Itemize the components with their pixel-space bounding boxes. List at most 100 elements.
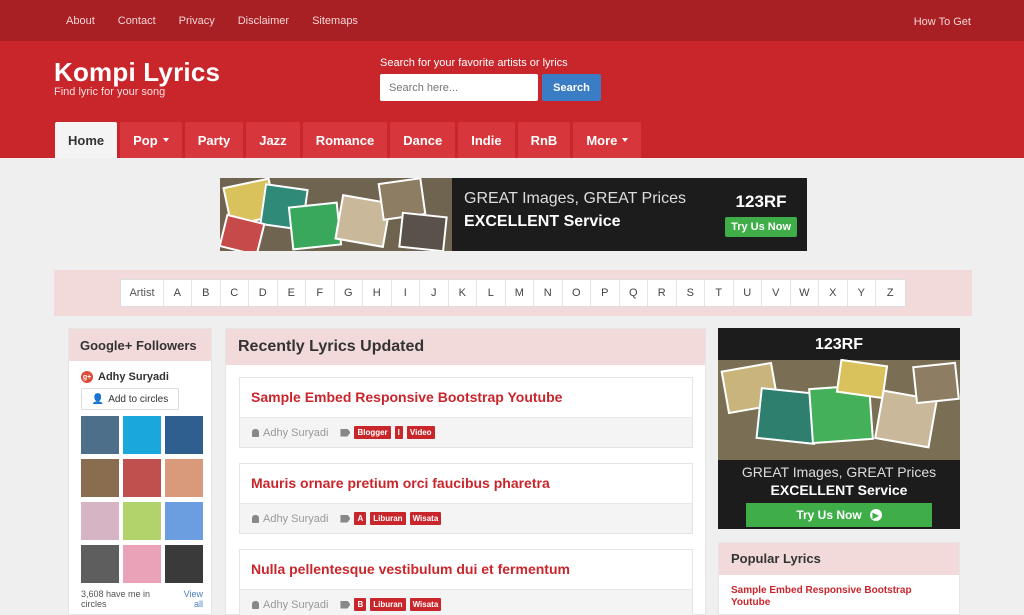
tab-indie[interactable]: Indie [458,122,515,158]
popular-lyrics-item[interactable]: Sample Embed Responsive Bootstrap Youtub… [719,575,959,609]
alphabet-letter-f[interactable]: F [306,280,335,306]
post-author[interactable]: Adhy Suryadi [263,513,328,525]
sidebar-ad[interactable]: 123RF GREAT Images, GREAT Prices EXCELLE… [718,328,960,529]
post-tag[interactable]: Wisata [409,512,442,525]
follower-avatar[interactable] [165,416,203,454]
post-author[interactable]: Adhy Suryadi [263,427,328,439]
alphabet-letter-w[interactable]: W [791,280,820,306]
alphabet-letter-z[interactable]: Z [876,280,905,306]
tab-romance[interactable]: Romance [302,122,388,158]
follower-avatar[interactable] [81,545,119,583]
gplus-user[interactable]: g+ Adhy Suryadi [69,361,211,383]
follower-avatar[interactable] [123,545,161,583]
add-to-circles-button[interactable]: 👤 Add to circles [81,388,179,410]
post-tag[interactable]: Wisata [409,598,442,611]
post-tag[interactable]: I [394,426,403,439]
tab-pop[interactable]: Pop [120,122,182,158]
follower-avatar[interactable] [165,502,203,540]
alphabet-letter-m[interactable]: M [506,280,535,306]
alphabet-letter-b[interactable]: B [192,280,221,306]
follower-avatar[interactable] [81,416,119,454]
search-button[interactable]: Search [542,74,601,101]
follower-avatar[interactable] [123,459,161,497]
alphabet-letter-l[interactable]: L [477,280,506,306]
alphabet-letter-r[interactable]: R [648,280,677,306]
tab-dance[interactable]: Dance [390,122,456,158]
banner-cta-button[interactable]: Try Us Now [725,217,797,237]
alphabet-letter-i[interactable]: I [392,280,421,306]
recent-lyrics-title: Recently Lyrics Updated [226,329,705,365]
alphabet-letter-c[interactable]: C [221,280,250,306]
alphabet-letter-d[interactable]: D [249,280,278,306]
site-header: Kompi Lyrics Find lyric for your song Se… [0,41,1024,158]
alphabet-letter-v[interactable]: V [762,280,791,306]
alphabet-letter-j[interactable]: J [420,280,449,306]
follower-avatar[interactable] [165,545,203,583]
follower-avatar[interactable] [81,459,119,497]
alphabet-letter-p[interactable]: P [591,280,620,306]
alphabet-letter-e[interactable]: E [278,280,307,306]
add-to-circles-label: Add to circles [108,393,169,405]
top-link-how-to-get[interactable]: How To Get [914,16,971,28]
search-label: Search for your favorite artists or lyri… [380,57,568,69]
post-tag[interactable]: Liburan [370,512,406,525]
top-link-disclaimer[interactable]: Disclaimer [238,15,289,27]
brand: Kompi Lyrics Find lyric for your song [54,57,220,98]
banner-ad[interactable]: GREAT Images, GREAT Prices EXCELLENT Ser… [220,178,807,251]
post-title[interactable]: Nulla pellentesque vestibulum dui et fer… [240,550,692,590]
follower-avatar[interactable] [81,502,119,540]
alphabet-letter-g[interactable]: G [335,280,364,306]
alphabet-letter-h[interactable]: H [363,280,392,306]
top-link-about[interactable]: About [66,15,95,27]
user-icon [252,600,259,609]
alphabet-letter-o[interactable]: O [563,280,592,306]
alphabet-letter-q[interactable]: Q [620,280,649,306]
post-tag[interactable]: Video [406,426,435,439]
google-plus-followers-widget: Google+ Followers g+ Adhy Suryadi 👤 Add … [68,328,212,615]
user-icon [252,514,259,523]
sidebar-ad-cta-button[interactable]: Try Us Now ▶ [746,503,932,527]
follower-avatar[interactable] [165,459,203,497]
site-title[interactable]: Kompi Lyrics [54,57,220,88]
post-tag[interactable]: Liburan [370,598,406,611]
search-input[interactable] [380,74,538,101]
gplus-footer: 3,608 have me in circles View all [69,583,211,609]
banner-photo-collage [220,178,452,251]
post-title[interactable]: Sample Embed Responsive Bootstrap Youtub… [240,378,692,418]
top-navigation-bar: About Contact Privacy Disclaimer Sitemap… [0,0,1024,41]
post-tag[interactable]: A [354,512,367,525]
post-tag[interactable]: B [354,598,367,611]
add-person-icon: 👤 [91,393,105,405]
alphabet-letter-y[interactable]: Y [848,280,877,306]
post-author[interactable]: Adhy Suryadi [263,599,328,611]
arrow-right-icon: ▶ [869,509,882,521]
tab-indie-label: Indie [471,132,502,148]
follower-avatar[interactable] [123,502,161,540]
follower-avatar[interactable] [123,416,161,454]
post-meta: Adhy Suryadi B Liburan Wisata [240,589,692,615]
alphabet-letter-a[interactable]: A [164,280,193,306]
alphabet-letter-t[interactable]: T [705,280,734,306]
tab-jazz[interactable]: Jazz [246,122,300,158]
alphabet-letter-x[interactable]: X [819,280,848,306]
alphabet-letter-s[interactable]: S [677,280,706,306]
collage-photo [287,201,343,251]
alphabet-letter-n[interactable]: N [534,280,563,306]
tab-home[interactable]: Home [55,122,118,158]
banner-brand: 123RF Try Us Now [725,192,797,237]
top-link-contact[interactable]: Contact [118,15,156,27]
alphabet-letter-k[interactable]: K [449,280,478,306]
top-link-privacy[interactable]: Privacy [179,15,215,27]
collage-photo [398,211,448,251]
post-meta: Adhy Suryadi Blogger I Video [240,417,692,447]
post-title[interactable]: Mauris ornare pretium orci faucibus phar… [240,464,692,504]
tab-party[interactable]: Party [184,122,244,158]
post-tag[interactable]: Blogger [354,426,391,439]
alphabet-letter-u[interactable]: U [734,280,763,306]
tab-more[interactable]: More [573,122,642,158]
tab-rnb[interactable]: RnB [517,122,571,158]
view-all-link[interactable]: View all [175,589,203,609]
top-link-sitemaps[interactable]: Sitemaps [312,15,358,27]
post-meta: Adhy Suryadi A Liburan Wisata [240,503,692,533]
recent-lyrics-panel: Recently Lyrics Updated Sample Embed Res… [225,328,706,615]
